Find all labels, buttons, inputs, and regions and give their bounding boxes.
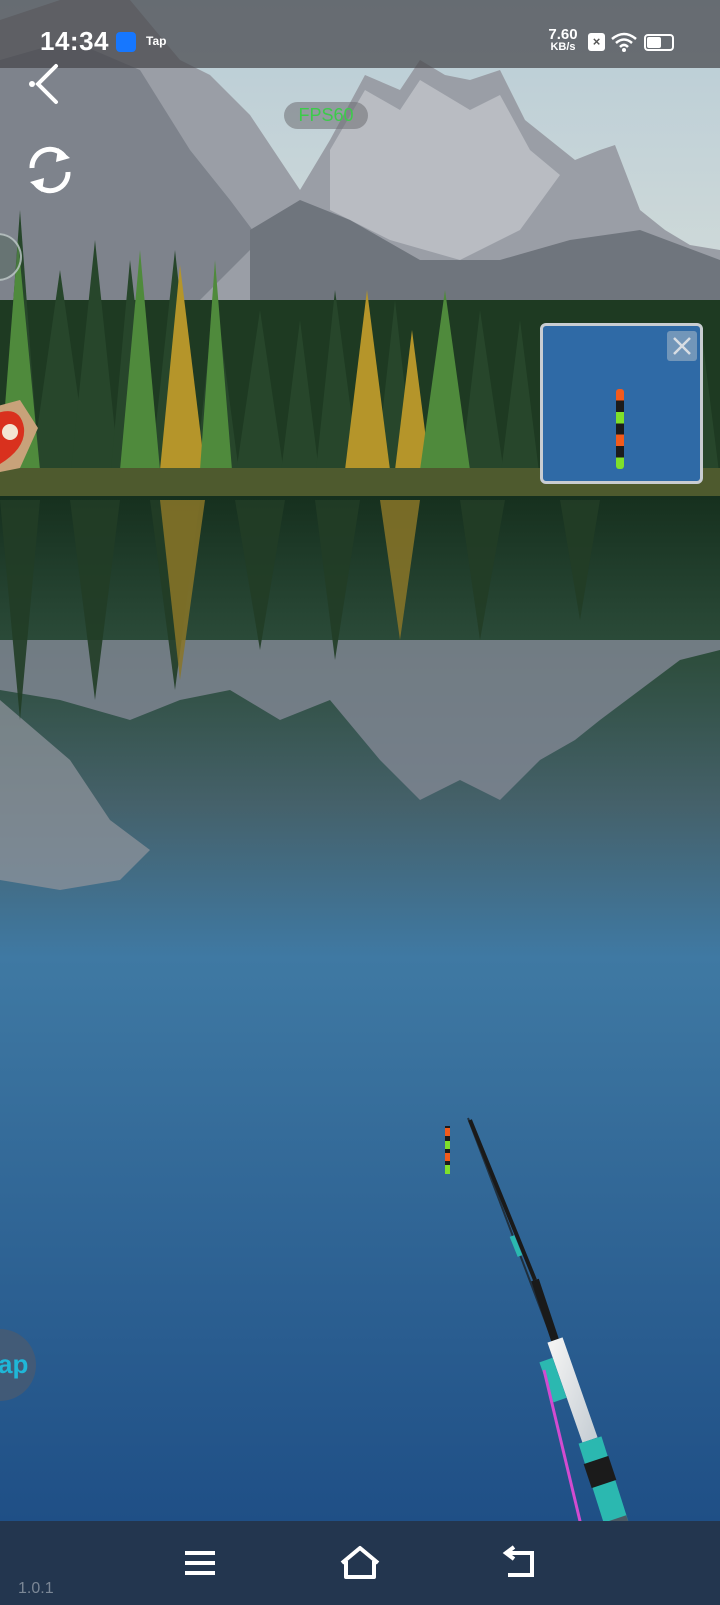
status-app-label: Tap: [146, 34, 167, 48]
refresh-icon: [29, 146, 71, 194]
network-speed: 7.60 KB/s: [546, 26, 580, 54]
version-label: 1.0.1: [18, 1580, 54, 1597]
back-arrow-icon: [502, 1545, 534, 1577]
status-time: 14:34: [40, 26, 109, 56]
battery-fill: [647, 37, 661, 48]
back-nav-button[interactable]: [496, 1541, 544, 1585]
app-notification-icon: [116, 32, 136, 52]
back-button[interactable]: [22, 60, 66, 108]
menu-icon: [185, 1551, 215, 1575]
menu-button[interactable]: [176, 1541, 224, 1585]
fps-counter: FPS60: [284, 102, 368, 129]
minimap-bobber: [616, 389, 624, 469]
help-label: ap: [0, 1349, 29, 1379]
navigation-bar: [0, 1521, 720, 1605]
sim-no-signal-icon: ×: [588, 33, 605, 51]
close-icon: [673, 337, 691, 355]
network-speed-unit: KB/s: [550, 41, 576, 53]
minimap-close-button[interactable]: [667, 331, 697, 361]
home-icon: [340, 1546, 380, 1579]
bobber-minimap: [540, 323, 703, 484]
chevron-left-icon: [29, 64, 58, 104]
status-bar: 14:34 Tap 7.60 KB/s ×: [0, 0, 720, 68]
lake-scene: [0, 0, 720, 1605]
refresh-button[interactable]: [22, 142, 78, 198]
bobber: [445, 1126, 450, 1174]
home-button[interactable]: [336, 1541, 384, 1585]
gift-icon[interactable]: [0, 398, 40, 480]
battery-icon: [644, 34, 674, 51]
wifi-icon: [611, 32, 637, 52]
network-speed-value: 7.60: [548, 26, 578, 43]
